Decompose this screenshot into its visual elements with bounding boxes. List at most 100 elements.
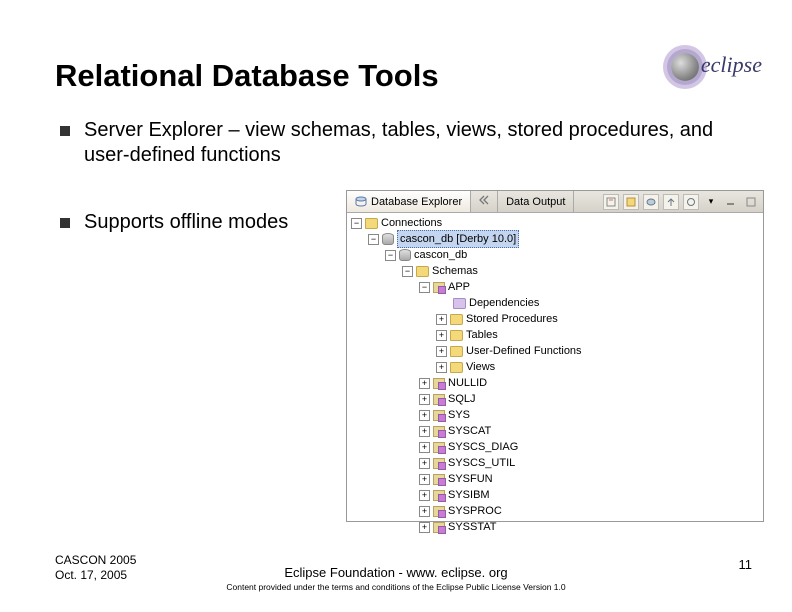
tree-schema-sysibm[interactable]: + SYSIBM xyxy=(351,487,759,503)
toolbar-btn-1[interactable] xyxy=(603,194,619,210)
expand-icon[interactable]: + xyxy=(419,378,430,389)
toolbar-btn-4[interactable] xyxy=(663,194,679,210)
tree-label: SYS xyxy=(448,407,470,423)
tree-tables[interactable]: + Tables xyxy=(351,327,759,343)
collapse-icon[interactable]: − xyxy=(385,250,396,261)
explorer-tab-bar: Database Explorer Data Output ▾ xyxy=(347,191,763,213)
database-icon xyxy=(399,249,411,261)
tree-schema-syscs-diag[interactable]: + SYSCS_DIAG xyxy=(351,439,759,455)
tree-connections[interactable]: − Connections xyxy=(351,215,759,231)
tree-schema-sys[interactable]: + SYS xyxy=(351,407,759,423)
tree-label: Views xyxy=(466,359,495,375)
schema-icon xyxy=(433,426,445,437)
database-connection-icon xyxy=(382,233,394,245)
tree-schema-nullid[interactable]: + NULLID xyxy=(351,375,759,391)
bullet-icon xyxy=(60,218,70,228)
folder-icon xyxy=(365,218,378,229)
expand-icon[interactable]: + xyxy=(436,314,447,325)
tree-label: SYSCAT xyxy=(448,423,491,439)
tree-schema-sysstat[interactable]: + SYSSTAT xyxy=(351,519,759,535)
tree-schema-sysproc[interactable]: + SYSPROC xyxy=(351,503,759,519)
tree-view: − Connections − cascon_db [Derby 10.0] −… xyxy=(347,213,763,537)
collapse-button[interactable] xyxy=(471,191,498,212)
tree-label: Tables xyxy=(466,327,498,343)
expand-icon[interactable]: + xyxy=(419,506,430,517)
menu-dropdown-button[interactable]: ▾ xyxy=(703,194,719,210)
expand-icon[interactable]: + xyxy=(436,362,447,373)
folder-icon xyxy=(453,298,466,309)
footer-center: Eclipse Foundation - www. eclipse. org C… xyxy=(186,565,606,592)
expand-icon[interactable]: + xyxy=(419,522,430,533)
tree-views[interactable]: + Views xyxy=(351,359,759,375)
expand-icon[interactable]: + xyxy=(419,458,430,469)
schema-icon xyxy=(433,410,445,421)
tree-label: Connections xyxy=(381,215,442,231)
schema-icon xyxy=(433,474,445,485)
tab-database-explorer-label: Database Explorer xyxy=(371,196,462,208)
tree-label: Stored Procedures xyxy=(466,311,558,327)
slide-title: Relational Database Tools xyxy=(55,58,439,94)
footer-org: Eclipse Foundation - www. eclipse. org xyxy=(186,565,606,580)
tree-db-connection[interactable]: − cascon_db [Derby 10.0] xyxy=(351,231,759,247)
tree-database[interactable]: − cascon_db xyxy=(351,247,759,263)
toolbar-btn-3[interactable] xyxy=(643,194,659,210)
expand-icon[interactable]: + xyxy=(419,442,430,453)
tree-label: SYSIBM xyxy=(448,487,490,503)
tree-label: Dependencies xyxy=(469,295,539,311)
expand-icon[interactable]: + xyxy=(419,394,430,405)
chevron-left-icon xyxy=(479,195,489,208)
tree-dependencies[interactable]: Dependencies xyxy=(351,295,759,311)
tree-schema-sysfun[interactable]: + SYSFUN xyxy=(351,471,759,487)
bullet-1: Server Explorer – view schemas, tables, … xyxy=(60,118,740,168)
tree-label: SYSCS_DIAG xyxy=(448,439,518,455)
expand-icon[interactable]: + xyxy=(419,490,430,501)
schema-icon xyxy=(433,378,445,389)
collapse-icon[interactable]: − xyxy=(368,234,379,245)
folder-icon xyxy=(450,314,463,325)
footer-event-name: CASCON 2005 xyxy=(55,553,136,569)
expand-icon[interactable]: + xyxy=(419,410,430,421)
tree-label: User-Defined Functions xyxy=(466,343,582,359)
expand-icon[interactable]: + xyxy=(436,330,447,341)
toolbar-btn-5[interactable] xyxy=(683,194,699,210)
folder-icon xyxy=(450,330,463,341)
schema-icon xyxy=(433,490,445,501)
explorer-toolbar: ▾ xyxy=(599,191,763,212)
expand-icon[interactable]: + xyxy=(436,346,447,357)
schema-icon xyxy=(433,282,445,293)
tab-database-explorer[interactable]: Database Explorer xyxy=(347,191,471,212)
tree-label: APP xyxy=(448,279,470,295)
maximize-button[interactable] xyxy=(743,194,759,210)
database-icon xyxy=(355,196,367,208)
database-explorer-panel: Database Explorer Data Output ▾ − Connec… xyxy=(346,190,764,522)
footer-event: CASCON 2005 Oct. 17, 2005 xyxy=(55,553,136,584)
footer-license: Content provided under the terms and con… xyxy=(186,582,606,592)
bullet-2-text: Supports offline modes xyxy=(84,210,288,235)
tree-schema-app[interactable]: − APP xyxy=(351,279,759,295)
folder-icon xyxy=(450,346,463,357)
collapse-icon[interactable]: − xyxy=(419,282,430,293)
collapse-icon[interactable]: − xyxy=(402,266,413,277)
tab-data-output[interactable]: Data Output xyxy=(498,191,574,212)
tree-schemas[interactable]: − Schemas xyxy=(351,263,759,279)
toolbar-btn-2[interactable] xyxy=(623,194,639,210)
tree-schema-syscat[interactable]: + SYSCAT xyxy=(351,423,759,439)
tree-udf[interactable]: + User-Defined Functions xyxy=(351,343,759,359)
tree-label: SYSPROC xyxy=(448,503,502,519)
tab-data-output-label: Data Output xyxy=(506,196,565,208)
tree-label: cascon_db xyxy=(414,247,467,263)
collapse-icon[interactable]: − xyxy=(351,218,362,229)
tree-label: SYSFUN xyxy=(448,471,493,487)
expand-icon[interactable]: + xyxy=(419,474,430,485)
tree-schema-sqlj[interactable]: + SQLJ xyxy=(351,391,759,407)
expand-icon[interactable]: + xyxy=(419,426,430,437)
minimize-button[interactable] xyxy=(723,194,739,210)
schema-icon xyxy=(433,442,445,453)
tree-label: NULLID xyxy=(448,375,487,391)
tree-label: Schemas xyxy=(432,263,478,279)
tree-stored-procedures[interactable]: + Stored Procedures xyxy=(351,311,759,327)
tree-label: SYSCS_UTIL xyxy=(448,455,515,471)
folder-icon xyxy=(450,362,463,373)
page-number: 11 xyxy=(739,557,753,572)
tree-schema-syscs-util[interactable]: + SYSCS_UTIL xyxy=(351,455,759,471)
